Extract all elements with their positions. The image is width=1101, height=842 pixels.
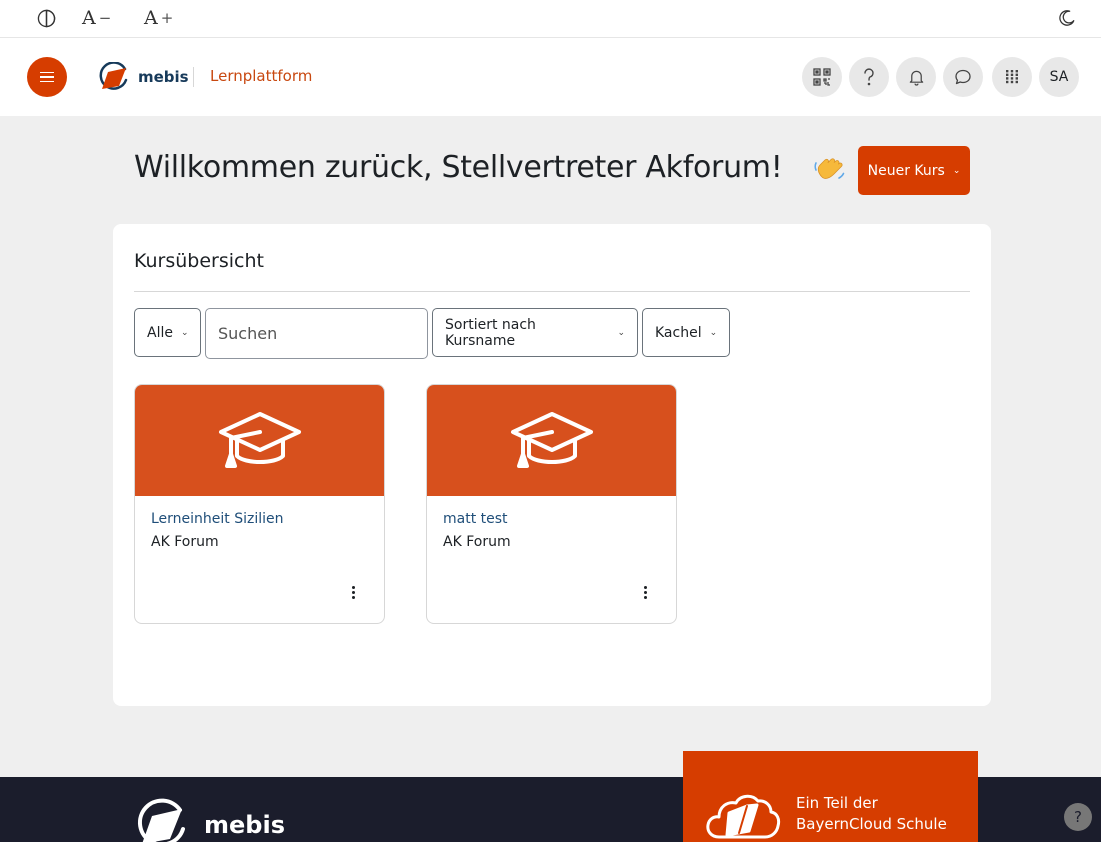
course-overview-title: Kursübersicht — [134, 250, 264, 272]
accessibility-bar: A − A + — [0, 0, 1101, 38]
messages-button[interactable] — [943, 57, 983, 97]
font-smaller-button[interactable]: A − — [82, 6, 111, 30]
logo-divider — [193, 67, 194, 87]
graduation-cap-icon — [218, 411, 301, 468]
chevron-down-icon: ⌄ — [952, 165, 961, 176]
kebab-dot — [351, 590, 355, 594]
logo-text: mebis — [138, 68, 189, 86]
font-smaller-label: A — [82, 7, 96, 29]
help-button[interactable] — [849, 57, 889, 97]
bayerncloud-line2: BayernCloud Schule — [796, 815, 947, 833]
site-header: mebis Lernplattform SA — [0, 38, 1101, 116]
platform-label[interactable]: Lernplattform — [210, 67, 312, 85]
course-actions-menu[interactable] — [637, 582, 653, 602]
kebab-dot — [643, 595, 647, 599]
help-icon — [864, 68, 874, 86]
contrast-toggle[interactable] — [37, 6, 56, 30]
mebis-logo-icon — [99, 62, 128, 90]
apps-button[interactable] — [992, 57, 1032, 97]
view-dropdown[interactable]: Kachel ⌄ — [642, 308, 730, 357]
course-image[interactable] — [135, 385, 384, 496]
mebis-logo-icon — [138, 798, 185, 842]
sort-label: Sortiert nach Kursname — [445, 316, 536, 349]
cloud-book-icon — [706, 794, 781, 839]
font-larger-label: A — [144, 7, 158, 29]
chevron-down-icon: ⌄ — [180, 327, 189, 338]
bayerncloud-line1: Ein Teil der — [796, 794, 878, 812]
course-card[interactable]: matt test AK Forum — [426, 384, 677, 624]
bell-icon — [909, 70, 923, 86]
filter-dropdown[interactable]: Alle ⌄ — [134, 308, 201, 357]
kebab-dot — [643, 590, 647, 594]
kebab-dot — [643, 585, 647, 589]
new-course-button[interactable]: Neuer Kurs ⌄ — [858, 146, 970, 195]
filter-label: Alle — [147, 324, 173, 341]
notifications-button[interactable] — [896, 57, 936, 97]
plus-icon: + — [160, 9, 174, 27]
qr-code-button[interactable] — [802, 57, 842, 97]
chevron-down-icon: ⌄ — [709, 327, 718, 338]
mebis-logo[interactable]: mebis — [99, 62, 189, 92]
dark-mode-toggle[interactable] — [1058, 6, 1076, 30]
contrast-icon — [37, 9, 56, 27]
apps-grid-icon — [1006, 70, 1018, 84]
graduation-cap-icon — [510, 411, 593, 468]
kebab-dot — [351, 585, 355, 589]
qr-code-icon — [813, 68, 831, 86]
help-fab-button[interactable]: ? — [1064, 803, 1092, 831]
footer-logo[interactable]: mebis — [136, 798, 285, 842]
user-avatar[interactable]: SA — [1039, 57, 1079, 97]
course-image[interactable] — [427, 385, 676, 496]
minus-icon: − — [98, 9, 112, 27]
chat-icon — [955, 69, 971, 85]
chevron-down-icon: ⌄ — [617, 327, 625, 338]
kebab-dot — [351, 595, 355, 599]
course-name-link[interactable]: Lerneinheit Sizilien — [151, 511, 284, 527]
bayerncloud-text: Ein Teil der BayernCloud Schule — [796, 793, 947, 835]
course-actions-menu[interactable] — [345, 582, 361, 602]
footer-logo-text: mebis — [204, 811, 285, 839]
welcome-heading: Willkommen zurück, Stellvertreter Akforu… — [134, 150, 783, 185]
new-course-label: Neuer Kurs — [867, 162, 945, 179]
divider — [134, 291, 970, 292]
course-category: AK Forum — [443, 534, 511, 550]
course-category: AK Forum — [151, 534, 219, 550]
view-label: Kachel — [655, 324, 702, 341]
sort-dropdown[interactable]: Sortiert nach Kursname ⌄ — [432, 308, 638, 357]
course-name-link[interactable]: matt test — [443, 511, 508, 527]
font-larger-button[interactable]: A + — [144, 6, 173, 30]
course-card[interactable]: Lerneinheit Sizilien AK Forum — [134, 384, 385, 624]
search-input[interactable] — [205, 308, 428, 359]
course-overview-panel: Kursübersicht Alle ⌄ Sortiert nach Kursn… — [113, 224, 991, 706]
moon-icon — [1059, 10, 1075, 26]
waving-hand-icon — [812, 151, 848, 191]
bayerncloud-badge[interactable]: Ein Teil der BayernCloud Schule — [683, 751, 978, 842]
main-menu-button[interactable] — [27, 57, 67, 97]
